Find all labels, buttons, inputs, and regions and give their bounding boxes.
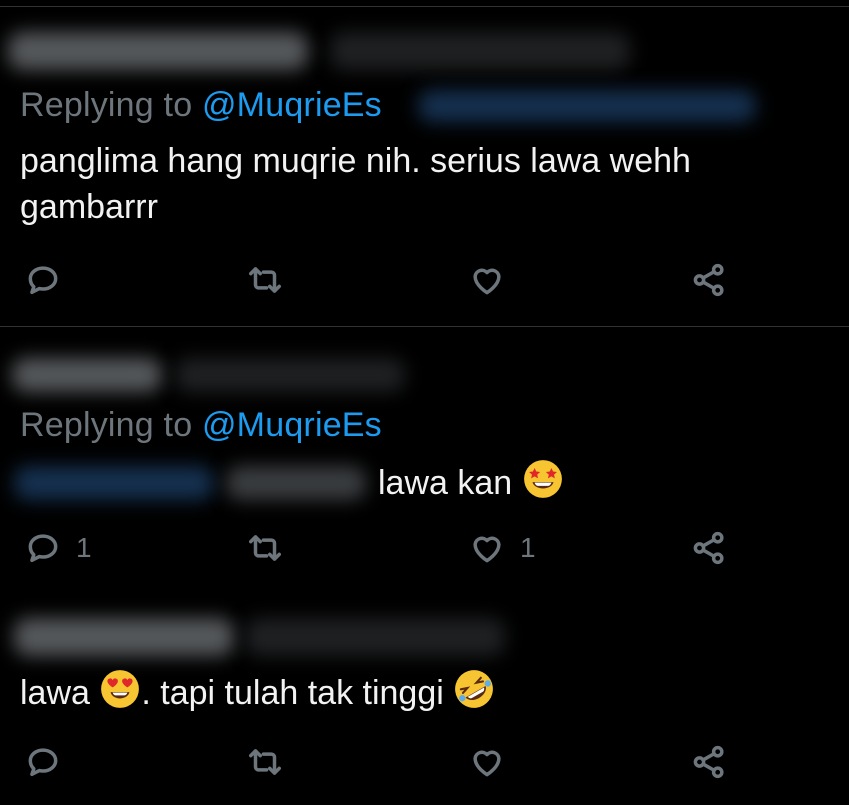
reply-tweet-3[interactable]: lawa . tapi tulah tak tinggi (0, 596, 849, 805)
replying-to-line: Replying to @MuqrieEs (20, 86, 382, 125)
reply-button[interactable] (24, 740, 76, 784)
blurred-mention (14, 466, 214, 500)
mention-link[interactable]: @MuqrieEs (202, 86, 382, 124)
reply-tweet-2[interactable]: Replying to @MuqrieEs lawa kan 1 1 (0, 326, 849, 596)
tweet-text: lawa kan (378, 458, 564, 506)
blurred-username (8, 32, 308, 70)
heart-icon (473, 750, 501, 777)
tweet-text-line: gambarrr (20, 188, 158, 226)
tweet-actions (0, 740, 849, 784)
tweet-text-line: panglima hang muqrie nih. serius lawa we… (20, 142, 691, 180)
blurred-username (12, 358, 162, 392)
tweet-text: lawa . tapi tulah tak tinggi (20, 668, 495, 716)
reply-icon (28, 266, 58, 295)
reply-button[interactable]: 1 (24, 526, 92, 570)
replying-label: Replying to (20, 406, 193, 444)
heart-icon (473, 268, 501, 295)
heart-icon (473, 536, 501, 563)
tweet-text-part: . tapi tulah tak tinggi (141, 674, 444, 712)
retweet-icon (249, 535, 281, 561)
share-button[interactable] (690, 526, 728, 570)
mention-link[interactable]: @MuqrieEs (202, 406, 382, 444)
tweet-actions: 1 1 (0, 526, 849, 570)
share-icon (693, 263, 724, 297)
share-icon (693, 745, 724, 779)
like-count: 1 (520, 532, 536, 563)
retweet-button[interactable] (246, 258, 284, 302)
share-button[interactable] (690, 258, 728, 302)
blurred-mention (418, 90, 756, 122)
reply-button[interactable] (24, 258, 76, 302)
reply-icon (28, 748, 58, 777)
star-struck-emoji (523, 460, 562, 498)
reply-count: 1 (76, 532, 92, 563)
reply-tweet-1[interactable]: Replying to @MuqrieEs panglima hang muqr… (0, 0, 849, 326)
blurred-username (14, 618, 234, 656)
share-button[interactable] (690, 740, 728, 784)
heart-eyes-emoji (101, 670, 140, 708)
replying-to-line: Replying to @MuqrieEs (20, 406, 382, 445)
tweet-actions (0, 258, 849, 302)
blurred-handle (175, 358, 405, 392)
blurred-handle (245, 618, 505, 656)
blurred-text (226, 466, 366, 500)
retweet-button[interactable] (246, 740, 284, 784)
reply-icon (28, 534, 58, 563)
share-icon (693, 531, 724, 565)
like-button[interactable] (468, 740, 520, 784)
tweet-text: panglima hang muqrie nih. serius lawa we… (20, 138, 691, 230)
tweet-text-line: lawa kan (378, 464, 513, 502)
retweet-button[interactable] (246, 526, 284, 570)
like-button[interactable] (468, 258, 520, 302)
like-button[interactable]: 1 (468, 526, 536, 570)
replying-label: Replying to (20, 86, 193, 124)
retweet-icon (249, 749, 281, 775)
rolling-laughing-emoji (455, 670, 494, 708)
retweet-icon (249, 267, 281, 293)
tweet-text-part: lawa (20, 674, 90, 712)
blurred-handle (330, 32, 630, 70)
